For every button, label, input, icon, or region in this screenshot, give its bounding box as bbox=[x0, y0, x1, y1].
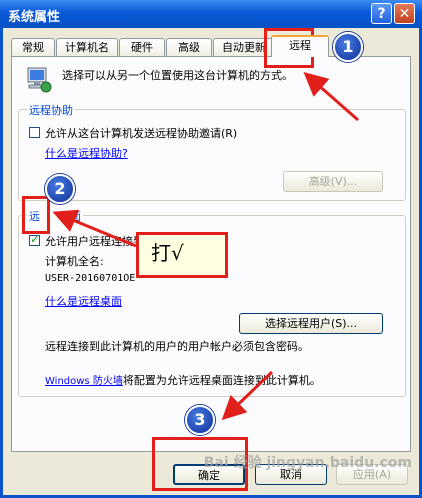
arrow-to-remote-tab bbox=[303, 72, 359, 122]
tab-remote[interactable]: 远程 bbox=[271, 35, 329, 57]
arrow-to-checkbox bbox=[52, 209, 137, 248]
arrow-to-ok bbox=[221, 370, 274, 421]
annotation-arrows bbox=[52, 72, 359, 421]
watermark: Bai 经验 jingyan.baidu.com bbox=[203, 455, 412, 471]
system-properties-window: 系统属性 ? ✕ 常规 计算机名 硬件 高级 自动更新 远程 选择可以从另一个位… bbox=[0, 0, 422, 498]
